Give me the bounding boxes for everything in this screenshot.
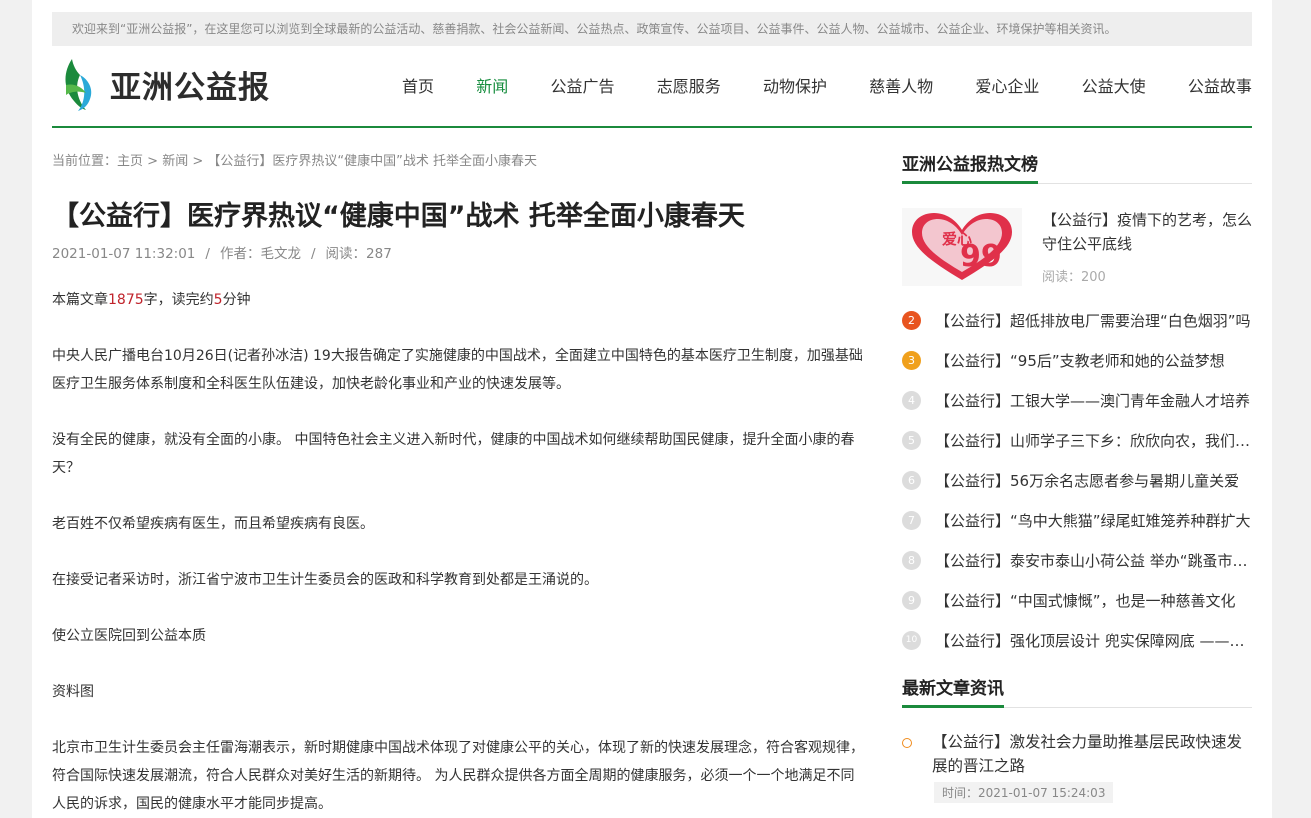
nav-people[interactable]: 慈善人物 (869, 72, 933, 102)
article-paragraph: 北京市卫生计生委员会主任雷海潮表示，新时期健康中国战术体现了对健康公平的关心，体… (52, 740, 864, 812)
meta-sep: / (205, 246, 210, 262)
hot-item-title[interactable]: 【公益行】工银大学——澳门青年金融人才培养 (935, 390, 1252, 411)
nav-ads[interactable]: 公益广告 (550, 72, 614, 102)
meta-sep: / (310, 246, 316, 262)
hot-item-title[interactable]: 【公益行】超低排放电厂需要治理“白色烟羽”吗 (935, 310, 1252, 331)
rank-badge: 9 (902, 590, 921, 610)
breadcrumb-prefix: 当前位置： (52, 154, 118, 169)
article-paragraph: 中央人民广播电台10月26日(记者孙冰洁) 19大报告确定了实施健康的中国战术，… (52, 348, 863, 392)
rank-badge: 5 (902, 430, 921, 450)
stats-chars: 1875 (108, 292, 144, 308)
hot-item-title[interactable]: 【公益行】“中国式慷慨”，也是一种慈善文化 (935, 590, 1252, 611)
hot-top-title[interactable]: 【公益行】疫情下的艺考，怎么守住公平底线 (1042, 208, 1254, 256)
stats-prefix: 本篇文章 (52, 292, 108, 308)
article-paragraph: 使公立医院回到公益本质 (52, 628, 206, 644)
thumb-num: 99 (960, 239, 1002, 274)
hot-top-thumbnail[interactable]: 爱心 99 (902, 208, 1022, 286)
hot-item-title[interactable]: 【公益行】强化顶层设计 兜实保障网底 ——民政 (935, 630, 1252, 651)
breadcrumb-current: 【公益行】医疗界热议“健康中国”战术 托举全面小康春天 (207, 154, 537, 169)
rank-badge: 7 (902, 510, 921, 530)
latest-item-time: 时间：2021-01-07 15:24:03 (934, 782, 1114, 803)
article-paragraph: 没有全民的健康，就没有全面的小康。 中国特色社会主义进入新时代，健康的中国战术如… (52, 432, 855, 476)
rank-badge: 6 (902, 470, 921, 490)
article-date: 2021-01-07 11:32:01 (52, 246, 196, 262)
breadcrumb-news[interactable]: 新闻 (162, 154, 188, 169)
rank-badge: 8 (902, 550, 921, 570)
latest-heading: 最新文章资讯 (902, 676, 1004, 708)
hot-heading: 亚洲公益报热文榜 (902, 152, 1038, 184)
article-reads: 阅读：287 (325, 246, 392, 262)
breadcrumb-home[interactable]: 主页 (117, 154, 143, 169)
article-paragraph: 资料图 (52, 684, 94, 700)
breadcrumb-sep: > (188, 154, 208, 169)
nav-companies[interactable]: 爱心企业 (975, 72, 1039, 102)
hot-top-item[interactable]: 爱心 99 【公益行】疫情下的艺考，怎么守住公平底线 阅读：200 (902, 208, 1252, 288)
latest-item-title[interactable]: 【公益行】激发社会力量助推基层民政快速发展的晋江之路 (932, 730, 1252, 778)
hot-list-item[interactable]: 7 【公益行】“鸟中大熊猫”绿尾虹雉笼养种群扩大 (902, 508, 1252, 532)
heart-99-icon: 爱心 99 (912, 213, 1012, 280)
article-paragraph: 老百姓不仅希望疾病有医生，而且希望疾病有良医。 (52, 516, 374, 532)
hot-top-reads: 阅读：200 (1042, 270, 1106, 285)
nav-volunteer[interactable]: 志愿服务 (657, 72, 721, 102)
article-body: 本篇文章1875字，读完约5分钟 中央人民广播电台10月26日(记者孙冰洁) 1… (52, 286, 864, 818)
nav-animals[interactable]: 动物保护 (763, 72, 827, 102)
breadcrumb: 当前位置：主页 > 新闻 > 【公益行】医疗界热议“健康中国”战术 托举全面小康… (52, 150, 537, 169)
hot-list-item[interactable]: 8 【公益行】泰安市泰山小荷公益 举办“跳蚤市场” (902, 548, 1252, 572)
latest-heading-bar: 最新文章资讯 (902, 676, 1252, 708)
hot-heading-bar: 亚洲公益报热文榜 (902, 152, 1252, 184)
site-name: 亚洲公益报 (110, 69, 270, 106)
hot-list-item[interactable]: 5 【公益行】山师学子三下乡：欣欣向农，我们同行 (902, 428, 1252, 452)
hot-item-title[interactable]: 【公益行】56万余名志愿者参与暑期儿童关爱 (935, 470, 1252, 491)
hot-list-item[interactable]: 4 【公益行】工银大学——澳门青年金融人才培养 (902, 388, 1252, 412)
stats-mid: 字，读完约 (143, 292, 214, 308)
reading-stats: 本篇文章1875字，读完约5分钟 (52, 286, 864, 314)
hot-list-item[interactable]: 6 【公益行】56万余名志愿者参与暑期儿童关爱 (902, 468, 1252, 492)
breadcrumb-sep: > (143, 154, 163, 169)
nav-stories[interactable]: 公益故事 (1188, 72, 1252, 102)
hot-item-title[interactable]: 【公益行】“鸟中大熊猫”绿尾虹雉笼养种群扩大 (935, 510, 1252, 531)
hot-list-item[interactable]: 2 【公益行】超低排放电厂需要治理“白色烟羽”吗 (902, 308, 1252, 332)
stats-suffix: 分钟 (222, 292, 251, 308)
hot-item-title[interactable]: 【公益行】泰安市泰山小荷公益 举办“跳蚤市场” (935, 550, 1252, 571)
nav-divider (52, 126, 1252, 128)
welcome-bar: 欢迎来到“亚洲公益报”，在这里您可以浏览到全球最新的公益活动、慈善捐款、社会公益… (52, 12, 1252, 46)
nav-ambassadors[interactable]: 公益大使 (1082, 72, 1146, 102)
page: 欢迎来到“亚洲公益报”，在这里您可以浏览到全球最新的公益活动、慈善捐款、社会公益… (32, 0, 1272, 818)
rank-badge: 10 (902, 630, 921, 650)
hot-list-item[interactable]: 3 【公益行】“95后”支教老师和她的公益梦想 (902, 348, 1252, 372)
hot-item-title[interactable]: 【公益行】“95后”支教老师和她的公益梦想 (935, 350, 1252, 371)
site-logo[interactable]: 亚洲公益报 (60, 56, 270, 112)
hot-list-item[interactable]: 9 【公益行】“中国式慷慨”，也是一种慈善文化 (902, 588, 1252, 612)
nav-home[interactable]: 首页 (402, 72, 434, 102)
main-nav: 首页 新闻 公益广告 志愿服务 动物保护 慈善人物 爱心企业 公益大使 公益故事 (402, 72, 1252, 102)
nav-news[interactable]: 新闻 (476, 72, 508, 102)
article-meta: 2021-01-07 11:32:01 / 作者：毛文龙 / 阅读：287 (52, 242, 392, 262)
hot-list-item[interactable]: 10 【公益行】强化顶层设计 兜实保障网底 ——民政 (902, 628, 1252, 652)
article-title: 【公益行】医疗界热议“健康中国”战术 托举全面小康春天 (52, 201, 745, 232)
logo-leaf-icon (65, 59, 92, 111)
bullet-circle-icon (902, 738, 912, 748)
rank-badge: 2 (902, 310, 921, 330)
article-author: 作者：毛文龙 (219, 246, 301, 262)
stats-minutes: 5 (213, 292, 223, 308)
article-paragraph: 在接受记者采访时，浙江省宁波市卫生计生委员会的医政和科学教育到处都是王涌说的。 (52, 572, 598, 588)
rank-badge: 4 (902, 390, 921, 410)
hot-item-title[interactable]: 【公益行】山师学子三下乡：欣欣向农，我们同行 (935, 430, 1252, 451)
rank-badge: 3 (902, 350, 921, 370)
